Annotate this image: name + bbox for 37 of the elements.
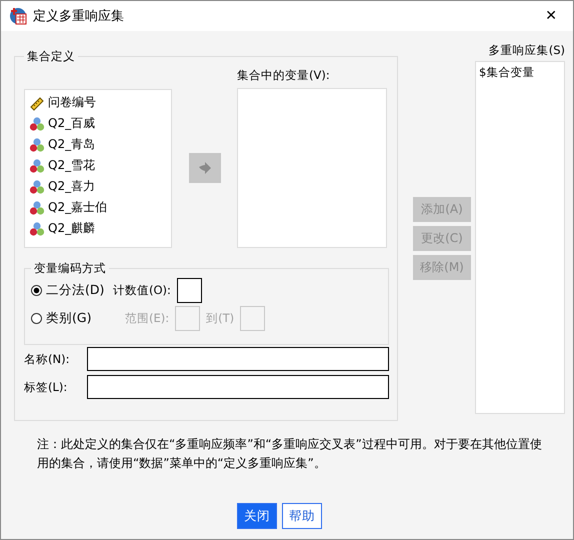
- name-field[interactable]: [87, 347, 389, 371]
- radio-option[interactable]: 类别(G): [31, 310, 107, 326]
- variable-item[interactable]: Q2_青岛: [29, 134, 167, 155]
- arrow-icon: [198, 162, 212, 174]
- circles-icon: [29, 220, 45, 236]
- variable-item[interactable]: 问卷编号: [29, 92, 167, 113]
- circles-icon: [29, 178, 45, 194]
- close-button[interactable]: ✕: [537, 4, 565, 28]
- variable-item[interactable]: Q2_百威: [29, 113, 167, 134]
- circles-icon: [29, 200, 45, 216]
- note-text: 注：此处定义的集合仅在“多重响应频率”和“多重响应交叉表”过程中可用。对于要在其他位置使用的集合，请使用“数据”菜单中的“定义多重响应集”。: [37, 436, 543, 472]
- range-label: 范围(E):: [125, 310, 170, 326]
- counted-value-field[interactable]: [176, 278, 202, 302]
- variables-in-set-list[interactable]: [237, 88, 387, 248]
- ruler-icon: [29, 94, 45, 110]
- variable-item[interactable]: Q2_嘉士伯: [29, 197, 167, 218]
- circles-icon: [29, 136, 45, 152]
- range-to-label: 到(T): [206, 310, 234, 326]
- label-label: 标签(L):: [24, 380, 68, 394]
- name-label: 名称(N):: [24, 352, 70, 366]
- group-title: 集合定义: [26, 49, 76, 64]
- radio-option[interactable]: 二分法(D): [31, 282, 107, 298]
- window-title: 定义多重响应集: [33, 8, 125, 25]
- circles-icon: [29, 158, 45, 174]
- dialog-button[interactable]: 帮助: [282, 503, 322, 529]
- set-item[interactable]: $集合变量: [479, 65, 561, 80]
- group-title: 变量编码方式: [33, 261, 107, 276]
- variable-item[interactable]: Q2_麒麟: [29, 218, 167, 239]
- multiple-response-sets-label: 多重响应集(S): [488, 43, 565, 57]
- dialog-button[interactable]: 关闭: [237, 503, 277, 529]
- variable-item[interactable]: Q2_雪花: [29, 155, 167, 176]
- app-icon: [9, 7, 27, 25]
- counted-value-label: 计数值(O):: [113, 282, 171, 298]
- variables-in-set-label: 集合中的变量(V):: [237, 68, 331, 83]
- variable-item[interactable]: Q2_喜力: [29, 176, 167, 197]
- label-field[interactable]: [87, 375, 389, 399]
- circles-icon: [29, 116, 45, 132]
